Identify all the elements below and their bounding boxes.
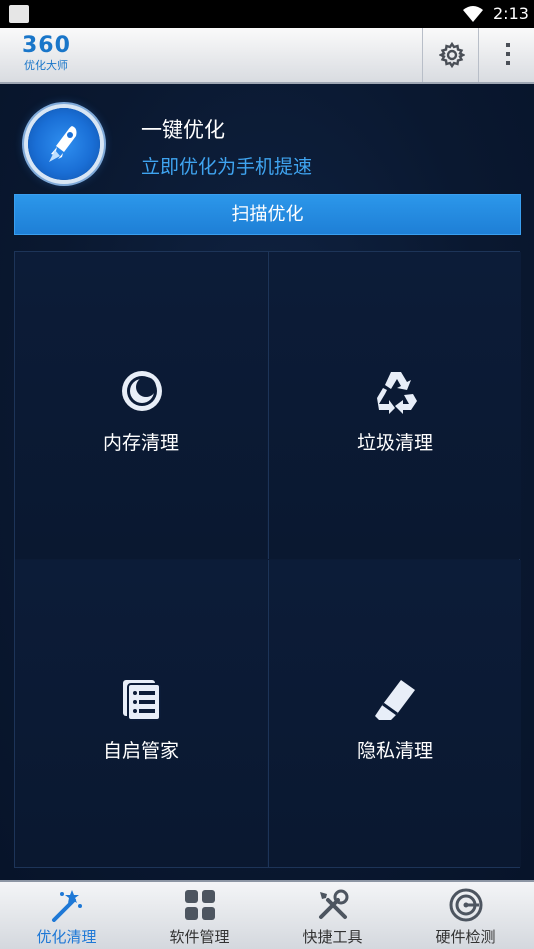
tile-label: 垃圾清理	[356, 432, 433, 454]
tab-label: 硬件检测	[435, 928, 496, 946]
notification-icon	[9, 5, 29, 23]
startup-list-icon	[123, 680, 161, 721]
memory-clean-tile[interactable]: 内存清理	[15, 252, 267, 559]
tile-label: 隐私清理	[356, 740, 433, 762]
main-panel: 一键优化 立即优化为手机提速 扫描优化 内存清理 垃圾清理 自启管家 隐私清理	[0, 84, 534, 880]
privacy-clean-tile[interactable]: 隐私清理	[268, 560, 521, 867]
wifi-icon	[463, 6, 483, 22]
tab-label: 软件管理	[169, 928, 230, 946]
status-time: 2:13	[493, 4, 529, 23]
tab-hardware-detect[interactable]: 硬件检测	[399, 882, 532, 949]
memory-clean-icon	[122, 371, 162, 411]
tab-label: 优化清理	[36, 928, 97, 946]
rocket-badge[interactable]	[28, 108, 100, 180]
tab-software-manage[interactable]: 软件管理	[133, 882, 266, 949]
startup-manager-tile[interactable]: 自启管家	[15, 560, 267, 867]
eraser-icon	[375, 680, 415, 720]
gear-icon	[439, 42, 465, 68]
rocket-icon	[49, 126, 77, 162]
feature-grid: 内存清理 垃圾清理 自启管家 隐私清理	[14, 251, 521, 868]
magic-wand-icon	[52, 890, 82, 922]
bottom-tab-bar: 优化清理 软件管理 快捷工具 硬件检测	[0, 880, 534, 949]
one-click-subtitle: 立即优化为手机提速	[141, 156, 313, 178]
tab-optimize-clean[interactable]: 优化清理	[0, 882, 133, 949]
tab-quick-tools[interactable]: 快捷工具	[266, 882, 399, 949]
tools-icon	[319, 889, 349, 919]
overflow-menu-icon	[506, 43, 510, 65]
tile-label: 内存清理	[102, 432, 179, 454]
more-options-button[interactable]	[478, 28, 534, 82]
logo-subtitle: 优化大师	[24, 59, 68, 72]
recycle-icon	[377, 372, 417, 414]
tab-label: 快捷工具	[302, 928, 363, 946]
app-grid-icon	[185, 890, 215, 920]
tile-label: 自启管家	[102, 740, 179, 762]
app-header: 360 优化大师	[0, 28, 534, 84]
logo-number: 360	[22, 33, 71, 58]
settings-button[interactable]	[422, 28, 479, 82]
app-logo: 360 优化大师	[22, 34, 92, 76]
hardware-detect-icon	[449, 888, 483, 922]
scan-optimize-button[interactable]: 扫描优化	[14, 194, 521, 235]
status-bar: 2:13	[0, 0, 534, 28]
junk-clean-tile[interactable]: 垃圾清理	[268, 252, 521, 559]
one-click-title: 一键优化	[141, 118, 225, 142]
